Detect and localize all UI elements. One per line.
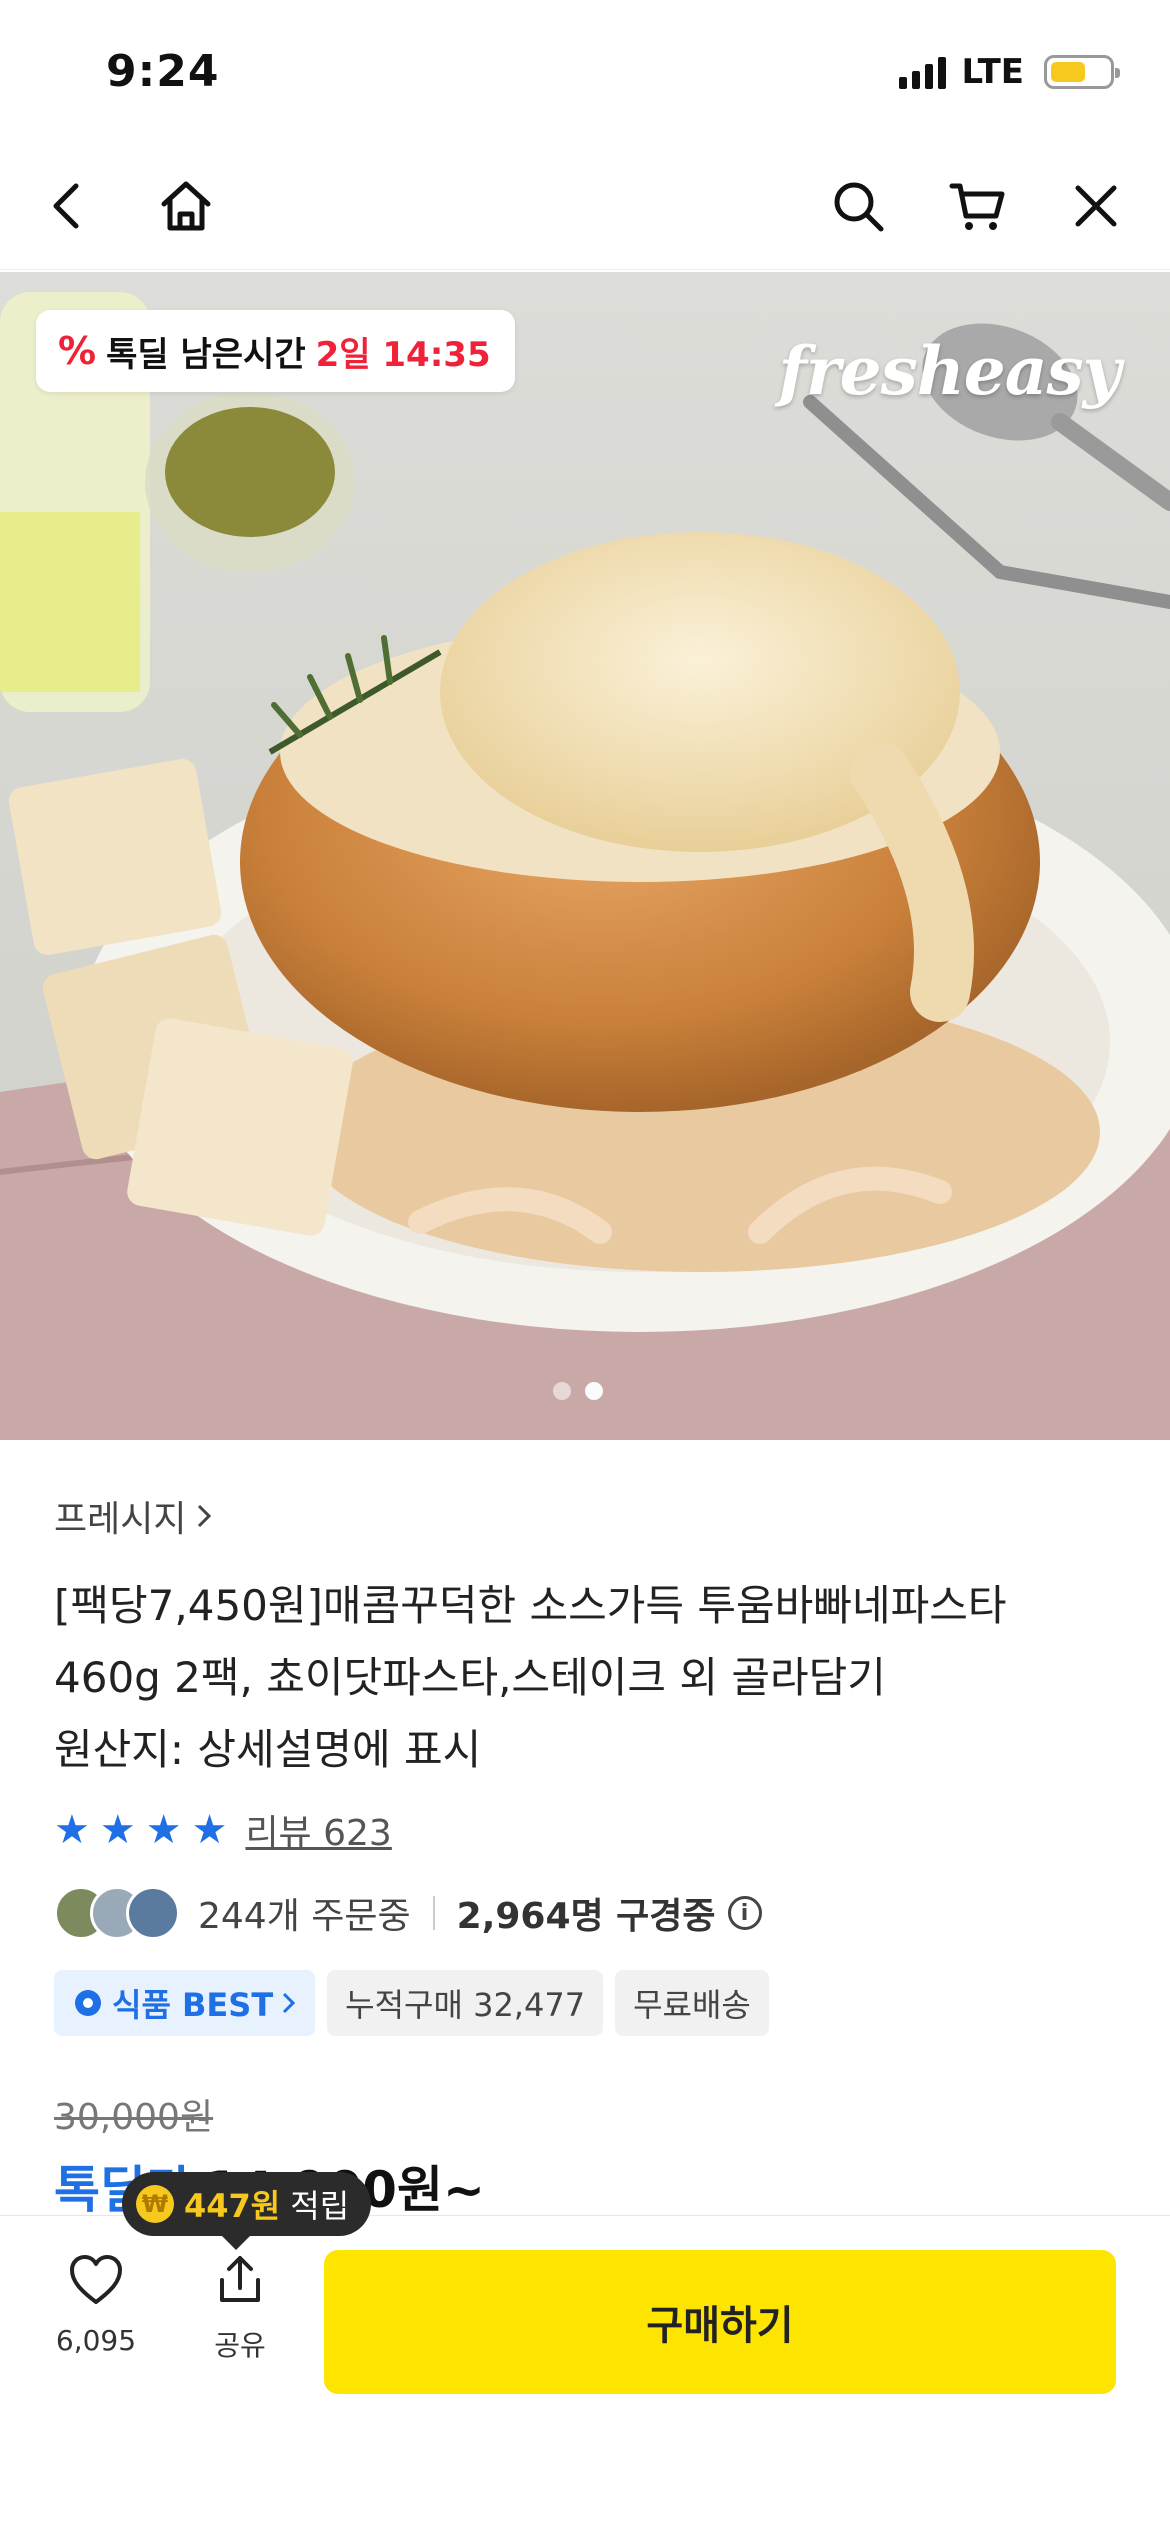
seller-name: 프레시지 xyxy=(54,1499,187,1540)
cumulative-purchase-badge: 누적구매 32,477 xyxy=(327,1970,604,2036)
deal-timer-badge: % 톡딜 남은시간 2일 14:35 xyxy=(36,310,515,392)
divider xyxy=(432,1896,435,1930)
viewers-count: 2,964명 구경중 xyxy=(456,1896,716,1937)
heart-icon xyxy=(70,2255,122,2304)
carousel-dot-active[interactable] xyxy=(585,1382,603,1400)
star-icon: ★ xyxy=(191,1807,228,1853)
original-price: 30,000원 xyxy=(54,2097,214,2138)
product-title-line: 460g 2팩, 쵸이닷파스타,스테이크 외 골라담기 xyxy=(54,1653,886,1702)
won-coin-icon: ₩ xyxy=(136,2185,174,2223)
buyer-avatars xyxy=(54,1886,180,1940)
share-button[interactable]: 공유 xyxy=(180,2250,300,2364)
star-icon: ★ xyxy=(54,1807,90,1853)
share-label: 공유 xyxy=(214,2329,266,2362)
battery-icon xyxy=(1044,55,1120,89)
deal-percent-icon: % xyxy=(58,329,97,373)
best-badge-label: 식품 BEST xyxy=(112,1986,274,2024)
points-amount: 447원 xyxy=(184,2187,281,2225)
status-time: 9:24 xyxy=(106,46,220,97)
buy-button[interactable]: 구매하기 xyxy=(324,2250,1116,2394)
points-tooltip: ₩ 447원 적립 xyxy=(122,2172,372,2250)
chevron-right-icon xyxy=(283,1992,296,2014)
product-origin: 원산지: 상세설명에 표시 xyxy=(54,1725,482,1774)
orders-count: 244개 주문중 xyxy=(198,1896,411,1937)
home-icon[interactable] xyxy=(146,166,226,246)
star-icon: ★ xyxy=(145,1807,182,1853)
search-icon[interactable] xyxy=(818,166,898,246)
carousel-dot[interactable] xyxy=(553,1382,571,1400)
status-bar: 9:24 LTE xyxy=(0,0,1170,140)
points-label: 적립 xyxy=(290,2187,350,2225)
review-link[interactable]: 리뷰 623 xyxy=(245,1804,391,1856)
info-icon[interactable]: i xyxy=(727,1896,762,1930)
carousel-indicator xyxy=(553,1382,603,1400)
rating-row: ★ ★ ★ ★ 리뷰 623 xyxy=(54,1804,1116,1856)
free-shipping-badge: 무료배송 xyxy=(615,1970,769,2036)
chevron-right-icon xyxy=(198,1504,212,1528)
deal-timer-value: 2일 14:35 xyxy=(315,334,491,375)
avatar xyxy=(126,1886,180,1940)
seller-link[interactable]: 프레시지 xyxy=(54,1490,1116,1542)
nav-bar xyxy=(0,140,1170,270)
product-info: 프레시지 [팩당7,450원]매콤꾸덕한 소스가득 투움바빠네파스타 460g … xyxy=(54,1490,1116,2222)
back-icon[interactable] xyxy=(28,166,108,246)
status-indicators: LTE xyxy=(898,52,1120,92)
close-icon[interactable] xyxy=(1056,166,1136,246)
product-title-line: [팩당7,450원]매콤꾸덕한 소스가득 투움바빠네파스타 xyxy=(54,1581,1007,1630)
product-title: [팩당7,450원]매콤꾸덕한 소스가득 투움바빠네파스타 460g 2팩, 쵸… xyxy=(54,1570,1116,1786)
signal-icon xyxy=(898,55,946,89)
brand-logo: fresheasy xyxy=(778,332,1121,410)
network-type: LTE xyxy=(961,52,1024,92)
product-badges: 식품 BEST 누적구매 32,477 무료배송 xyxy=(54,1970,1116,2036)
cart-icon[interactable] xyxy=(938,166,1018,246)
star-icon: ★ xyxy=(99,1807,136,1853)
like-button[interactable]: 6,095 xyxy=(36,2250,156,2357)
share-icon xyxy=(220,2256,260,2302)
product-photo xyxy=(0,292,1170,1440)
best-badge[interactable]: 식품 BEST xyxy=(54,1970,316,2036)
deal-timer-label: 톡딜 남은시간 xyxy=(106,334,306,375)
like-count: 6,095 xyxy=(55,2324,137,2357)
product-image-carousel[interactable]: % 톡딜 남은시간 2일 14:35 fresheasy xyxy=(0,272,1170,1440)
gear-badge-icon xyxy=(75,1990,101,2016)
order-stats: 244개 주문중 2,964명 구경중 i xyxy=(54,1886,1116,1940)
